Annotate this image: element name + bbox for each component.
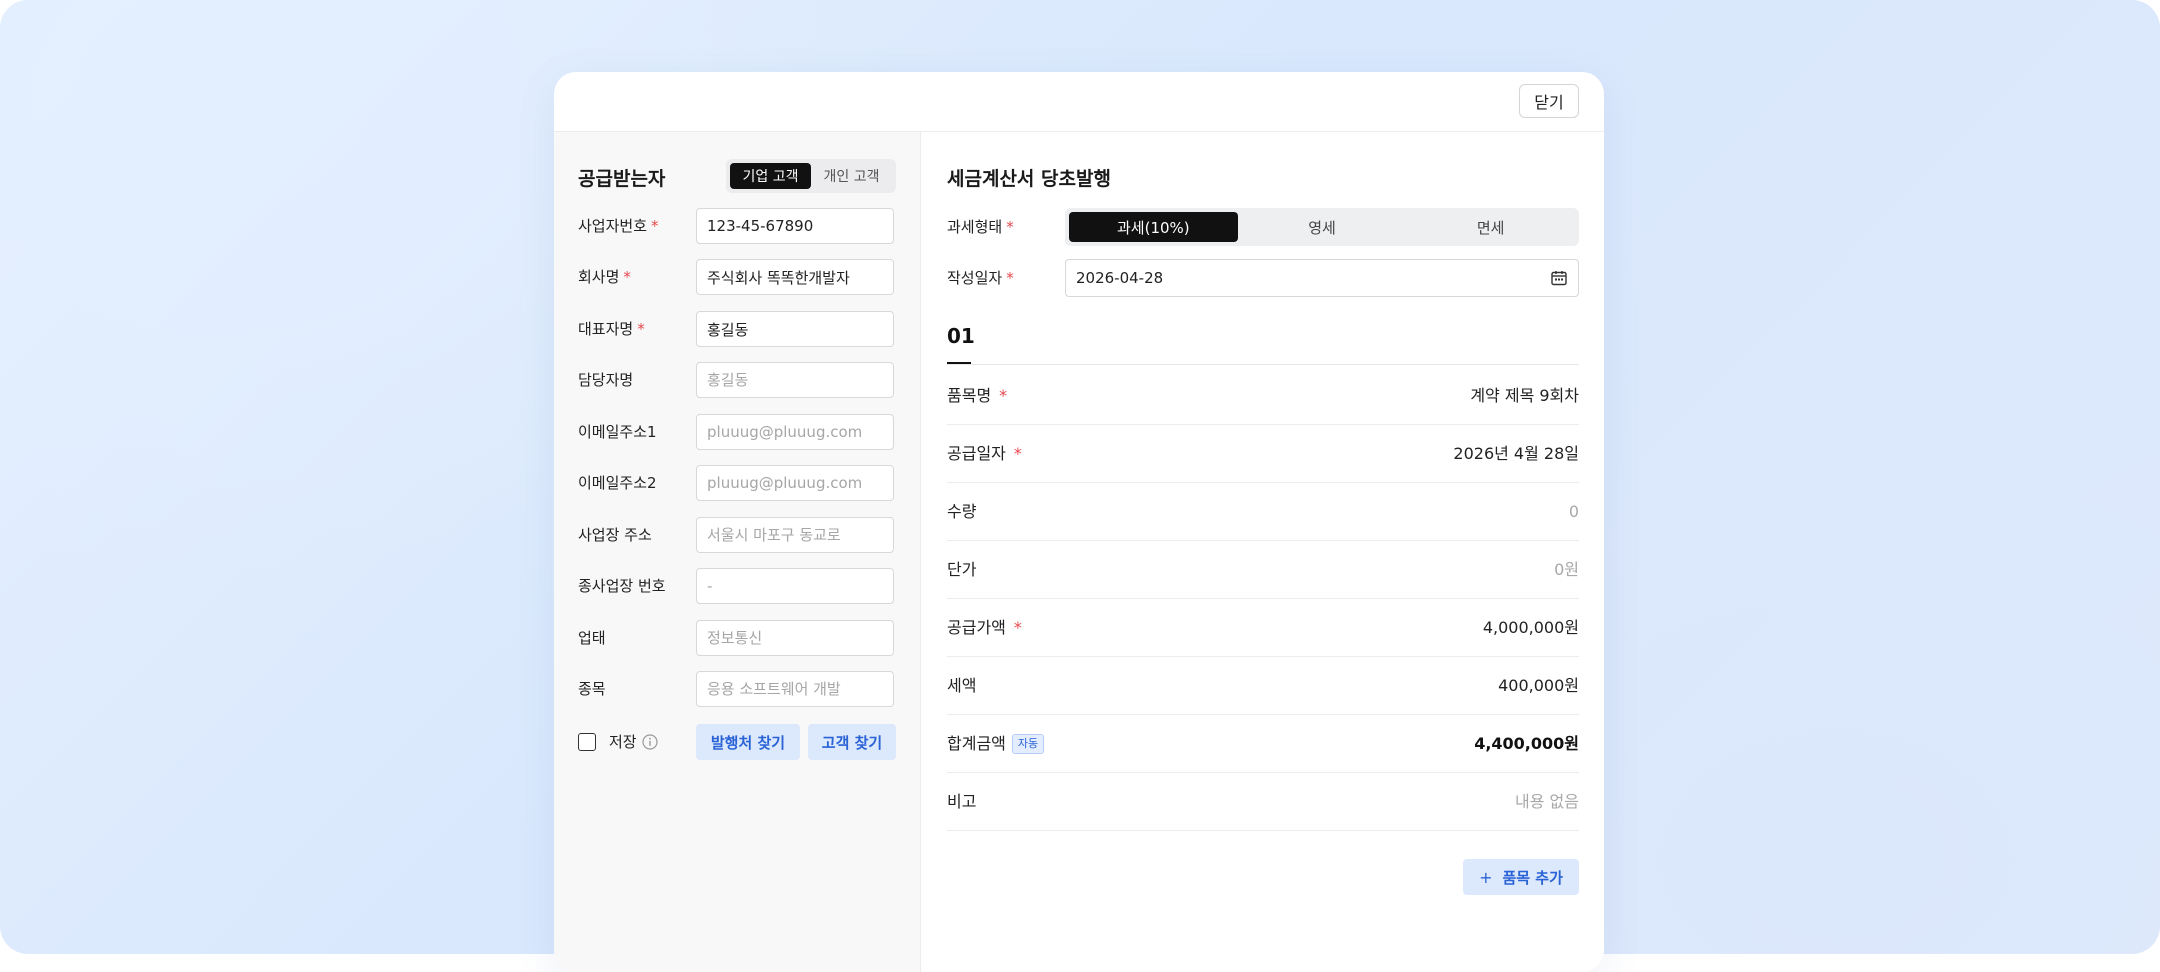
tax-invoice-modal: 닫기 공급받는자 기업 고객 개인 고객 사업자번호* 회사명* 대표자명* 담… (554, 72, 1604, 972)
item-name-value: 계약 제목 9회차 (1470, 386, 1579, 405)
tax-type-exempt[interactable]: 면세 (1406, 212, 1575, 242)
issue-date-label: 작성일자 * (947, 269, 1014, 287)
item-field-tax-amount[interactable]: 세액 400,000원 (947, 657, 1579, 715)
field-label: 담당자명 (578, 371, 634, 389)
field-label: 수량 (947, 502, 977, 521)
business-item-input[interactable] (696, 671, 894, 707)
calendar-icon[interactable] (1550, 269, 1568, 287)
field-label: 회사명 * (578, 268, 631, 286)
item-field-supply-amount[interactable]: 공급가액 * 4,000,000원 (947, 599, 1579, 657)
company-name-input[interactable] (696, 259, 894, 295)
business-number-input[interactable] (696, 208, 894, 244)
item-field-total-amount: 합계금액 자동 4,400,000원 (947, 715, 1579, 773)
email1-input[interactable] (696, 414, 894, 450)
field-label: 사업자번호 * (578, 217, 659, 235)
ceo-name-input[interactable] (696, 311, 894, 347)
tax-type-taxable[interactable]: 과세(10%) (1069, 212, 1238, 242)
tax-type-label: 과세형태 * (947, 218, 1014, 236)
customer-type-toggle: 기업 고객 개인 고객 (726, 159, 896, 193)
email2-input[interactable] (696, 465, 894, 501)
field-label: 품목명 * (947, 386, 1008, 405)
issue-date-value: 2026-04-28 (1076, 269, 1164, 287)
field-row-address: 사업장 주소 (578, 517, 896, 553)
customer-type-individual[interactable]: 개인 고객 (811, 163, 892, 189)
close-button[interactable]: 닫기 (1519, 84, 1579, 118)
field-label: 공급일자 * (947, 444, 1022, 463)
tax-type-row: 과세형태 * 과세(10%) 영세 면세 (947, 208, 1579, 246)
remarks-value: 내용 없음 (1515, 792, 1579, 811)
recipient-title: 공급받는자 (578, 168, 666, 190)
field-row-company-name: 회사명 * (578, 259, 896, 295)
field-row-email1: 이메일주소1 (578, 414, 896, 450)
quantity-value: 0 (1568, 502, 1579, 521)
field-label: 종목 (578, 680, 606, 698)
manager-name-input[interactable] (696, 362, 894, 398)
tax-amount-value: 400,000원 (1498, 676, 1579, 695)
field-label: 이메일주소2 (578, 474, 657, 492)
modal-header: 닫기 (554, 72, 1604, 132)
address-input[interactable] (696, 517, 894, 553)
total-amount-value: 4,400,000원 (1474, 734, 1579, 753)
item-field-remarks[interactable]: 비고 내용 없음 (947, 773, 1579, 831)
field-label: 사업장 주소 (578, 526, 652, 544)
item-tabs-divider (947, 364, 1579, 365)
save-row: 저장 발행처 찾기 고객 찾기 (578, 724, 896, 760)
field-label: 업태 (578, 629, 606, 647)
field-row-manager-name: 담당자명 (578, 362, 896, 398)
add-item-label: 품목 추가 (1502, 868, 1563, 887)
field-row-ceo-name: 대표자명 * (578, 311, 896, 347)
tax-type-zero-rated[interactable]: 영세 (1238, 212, 1407, 242)
field-label: 이메일주소1 (578, 423, 657, 441)
item-field-unit-price[interactable]: 단가 0원 (947, 541, 1579, 599)
recipient-panel: 공급받는자 기업 고객 개인 고객 사업자번호* 회사명* 대표자명* 담당자명… (554, 132, 921, 972)
field-row-business-item: 종목 (578, 671, 896, 707)
item-field-quantity[interactable]: 수량 0 (947, 483, 1579, 541)
business-type-input[interactable] (696, 620, 894, 656)
find-customer-button[interactable]: 고객 찾기 (808, 724, 896, 760)
field-row-branch-number: 종사업장 번호 (578, 568, 896, 604)
item-field-name[interactable]: 품목명 * 계약 제목 9회차 (947, 367, 1579, 425)
supply-amount-value: 4,000,000원 (1482, 618, 1579, 637)
tax-type-toggle: 과세(10%) 영세 면세 (1065, 208, 1579, 246)
field-row-business-number: 사업자번호 * (578, 208, 896, 244)
unit-price-value: 0원 (1554, 560, 1579, 579)
add-item-button[interactable]: + 품목 추가 (1463, 859, 1579, 895)
field-label: 종사업장 번호 (578, 577, 666, 595)
issue-date-row: 작성일자 * 2026-04-28 (947, 259, 1579, 297)
find-issuer-button[interactable]: 발행처 찾기 (696, 724, 800, 760)
issue-date-input[interactable]: 2026-04-28 (1065, 259, 1579, 297)
field-label: 대표자명 * (578, 320, 645, 338)
customer-type-business[interactable]: 기업 고객 (730, 163, 811, 189)
field-label: 세액 (947, 676, 977, 695)
save-label: 저장 (609, 733, 637, 751)
item-field-supply-date[interactable]: 공급일자 * 2026년 4월 28일 (947, 425, 1579, 483)
field-label: 공급가액 * (947, 618, 1022, 637)
item-tab-active-indicator (947, 362, 971, 364)
info-circle-icon[interactable] (642, 734, 658, 750)
field-label: 단가 (947, 560, 977, 579)
field-row-email2: 이메일주소2 (578, 465, 896, 501)
field-label: 합계금액 자동 (947, 715, 1045, 772)
branch-number-input[interactable] (696, 568, 894, 604)
invoice-title: 세금계산서 당초발행 (947, 168, 1111, 190)
item-tab-01[interactable]: 01 (947, 324, 975, 348)
field-row-business-type: 업태 (578, 620, 896, 656)
supply-date-value: 2026년 4월 28일 (1453, 444, 1579, 463)
save-checkbox[interactable] (578, 733, 596, 751)
auto-badge: 자동 (1011, 733, 1045, 754)
invoice-panel: 세금계산서 당초발행 과세형태 * 과세(10%) 영세 면세 작성일자 * 202… (921, 132, 1604, 972)
field-label: 비고 (947, 792, 977, 811)
plus-icon: + (1479, 867, 1493, 887)
